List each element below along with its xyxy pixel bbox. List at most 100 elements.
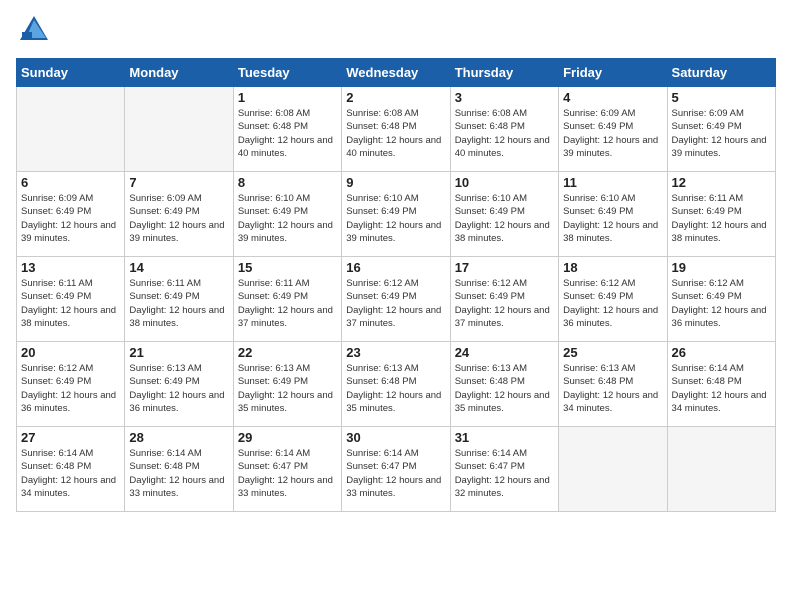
day-number: 30 [346, 430, 445, 445]
day-number: 15 [238, 260, 337, 275]
day-cell [559, 427, 667, 512]
day-detail: Sunrise: 6:09 AM Sunset: 6:49 PM Dayligh… [129, 192, 228, 245]
day-detail: Sunrise: 6:14 AM Sunset: 6:47 PM Dayligh… [238, 447, 337, 500]
day-detail: Sunrise: 6:08 AM Sunset: 6:48 PM Dayligh… [346, 107, 445, 160]
day-detail: Sunrise: 6:13 AM Sunset: 6:49 PM Dayligh… [238, 362, 337, 415]
logo [16, 12, 56, 48]
day-number: 6 [21, 175, 120, 190]
week-row-4: 20Sunrise: 6:12 AM Sunset: 6:49 PM Dayli… [17, 342, 776, 427]
header-wednesday: Wednesday [342, 59, 450, 87]
day-cell: 20Sunrise: 6:12 AM Sunset: 6:49 PM Dayli… [17, 342, 125, 427]
day-cell: 11Sunrise: 6:10 AM Sunset: 6:49 PM Dayli… [559, 172, 667, 257]
day-number: 1 [238, 90, 337, 105]
header-thursday: Thursday [450, 59, 558, 87]
day-number: 5 [672, 90, 771, 105]
day-cell: 13 Sunrise: 6:11 AM Sunset: 6:49 PM Dayli… [17, 257, 125, 342]
day-cell: 5 Sunrise: 6:09 AM Sunset: 6:49 PM Daylig… [667, 87, 775, 172]
day-detail: Sunrise: 6:08 AM Sunset: 6:48 PM Dayligh… [455, 107, 554, 160]
day-detail: Sunrise: 6:10 AM Sunset: 6:49 PM Dayligh… [238, 192, 337, 245]
day-detail: Sunrise: 6:13 AM Sunset: 6:49 PM Dayligh… [129, 362, 228, 415]
day-cell: 30 Sunrise: 6:14 AM Sunset: 6:47 PM Dayli… [342, 427, 450, 512]
day-cell: 4Sunrise: 6:09 AM Sunset: 6:49 PM Daylig… [559, 87, 667, 172]
day-number: 9 [346, 175, 445, 190]
day-number: 25 [563, 345, 662, 360]
day-cell: 12Sunrise: 6:11 AM Sunset: 6:49 PM Dayli… [667, 172, 775, 257]
day-number: 31 [455, 430, 554, 445]
day-detail: Sunrise: 6:12 AM Sunset: 6:49 PM Dayligh… [21, 362, 120, 415]
day-cell: 22 Sunrise: 6:13 AM Sunset: 6:49 PM Dayli… [233, 342, 341, 427]
day-detail: Sunrise: 6:14 AM Sunset: 6:47 PM Dayligh… [346, 447, 445, 500]
day-number: 18 [563, 260, 662, 275]
day-detail: Sunrise: 6:14 AM Sunset: 6:48 PM Dayligh… [21, 447, 120, 500]
day-detail: Sunrise: 6:09 AM Sunset: 6:49 PM Dayligh… [672, 107, 771, 160]
day-cell: 28Sunrise: 6:14 AM Sunset: 6:48 PM Dayli… [125, 427, 233, 512]
day-number: 26 [672, 345, 771, 360]
day-cell: 24 Sunrise: 6:13 AM Sunset: 6:48 PM Dayli… [450, 342, 558, 427]
day-number: 16 [346, 260, 445, 275]
day-detail: Sunrise: 6:11 AM Sunset: 6:49 PM Dayligh… [21, 277, 120, 330]
logo-icon [16, 12, 52, 48]
day-cell: 10 Sunrise: 6:10 AM Sunset: 6:49 PM Dayli… [450, 172, 558, 257]
day-detail: Sunrise: 6:13 AM Sunset: 6:48 PM Dayligh… [455, 362, 554, 415]
header-sunday: Sunday [17, 59, 125, 87]
day-cell: 26Sunrise: 6:14 AM Sunset: 6:48 PM Dayli… [667, 342, 775, 427]
day-number: 29 [238, 430, 337, 445]
day-cell [17, 87, 125, 172]
calendar-table: SundayMondayTuesdayWednesdayThursdayFrid… [16, 58, 776, 512]
day-detail: Sunrise: 6:11 AM Sunset: 6:49 PM Dayligh… [238, 277, 337, 330]
day-cell: 8 Sunrise: 6:10 AM Sunset: 6:49 PM Daylig… [233, 172, 341, 257]
header [16, 12, 776, 48]
day-detail: Sunrise: 6:12 AM Sunset: 6:49 PM Dayligh… [672, 277, 771, 330]
header-monday: Monday [125, 59, 233, 87]
day-number: 23 [346, 345, 445, 360]
header-tuesday: Tuesday [233, 59, 341, 87]
day-cell: 14 Sunrise: 6:11 AM Sunset: 6:49 PM Dayli… [125, 257, 233, 342]
day-number: 8 [238, 175, 337, 190]
day-cell: 16Sunrise: 6:12 AM Sunset: 6:49 PM Dayli… [342, 257, 450, 342]
day-number: 24 [455, 345, 554, 360]
day-cell: 21 Sunrise: 6:13 AM Sunset: 6:49 PM Dayli… [125, 342, 233, 427]
day-detail: Sunrise: 6:10 AM Sunset: 6:49 PM Dayligh… [346, 192, 445, 245]
day-cell: 27 Sunrise: 6:14 AM Sunset: 6:48 PM Dayli… [17, 427, 125, 512]
header-saturday: Saturday [667, 59, 775, 87]
day-detail: Sunrise: 6:11 AM Sunset: 6:49 PM Dayligh… [129, 277, 228, 330]
day-detail: Sunrise: 6:10 AM Sunset: 6:49 PM Dayligh… [455, 192, 554, 245]
day-number: 10 [455, 175, 554, 190]
day-cell: 29 Sunrise: 6:14 AM Sunset: 6:47 PM Dayli… [233, 427, 341, 512]
day-number: 21 [129, 345, 228, 360]
day-cell: 25 Sunrise: 6:13 AM Sunset: 6:48 PM Dayli… [559, 342, 667, 427]
day-number: 7 [129, 175, 228, 190]
day-cell: 2Sunrise: 6:08 AM Sunset: 6:48 PM Daylig… [342, 87, 450, 172]
day-cell: 15 Sunrise: 6:11 AM Sunset: 6:49 PM Dayli… [233, 257, 341, 342]
week-row-5: 27 Sunrise: 6:14 AM Sunset: 6:48 PM Dayli… [17, 427, 776, 512]
day-number: 17 [455, 260, 554, 275]
day-detail: Sunrise: 6:14 AM Sunset: 6:47 PM Dayligh… [455, 447, 554, 500]
day-detail: Sunrise: 6:09 AM Sunset: 6:49 PM Dayligh… [21, 192, 120, 245]
day-number: 27 [21, 430, 120, 445]
week-row-2: 6 Sunrise: 6:09 AM Sunset: 6:49 PM Daylig… [17, 172, 776, 257]
day-cell: 9 Sunrise: 6:10 AM Sunset: 6:49 PM Daylig… [342, 172, 450, 257]
day-number: 3 [455, 90, 554, 105]
page: SundayMondayTuesdayWednesdayThursdayFrid… [0, 0, 792, 612]
day-cell: 19 Sunrise: 6:12 AM Sunset: 6:49 PM Dayli… [667, 257, 775, 342]
day-number: 22 [238, 345, 337, 360]
day-detail: Sunrise: 6:08 AM Sunset: 6:48 PM Dayligh… [238, 107, 337, 160]
day-detail: Sunrise: 6:11 AM Sunset: 6:49 PM Dayligh… [672, 192, 771, 245]
header-row: SundayMondayTuesdayWednesdayThursdayFrid… [17, 59, 776, 87]
day-detail: Sunrise: 6:13 AM Sunset: 6:48 PM Dayligh… [346, 362, 445, 415]
day-detail: Sunrise: 6:12 AM Sunset: 6:49 PM Dayligh… [563, 277, 662, 330]
day-number: 4 [563, 90, 662, 105]
day-number: 13 [21, 260, 120, 275]
header-friday: Friday [559, 59, 667, 87]
day-cell [667, 427, 775, 512]
day-cell: 6 Sunrise: 6:09 AM Sunset: 6:49 PM Daylig… [17, 172, 125, 257]
day-cell: 31 Sunrise: 6:14 AM Sunset: 6:47 PM Dayli… [450, 427, 558, 512]
week-row-1: 1 Sunrise: 6:08 AM Sunset: 6:48 PM Daylig… [17, 87, 776, 172]
day-cell: 7 Sunrise: 6:09 AM Sunset: 6:49 PM Daylig… [125, 172, 233, 257]
day-number: 19 [672, 260, 771, 275]
day-cell: 1 Sunrise: 6:08 AM Sunset: 6:48 PM Daylig… [233, 87, 341, 172]
day-detail: Sunrise: 6:13 AM Sunset: 6:48 PM Dayligh… [563, 362, 662, 415]
day-number: 11 [563, 175, 662, 190]
day-number: 14 [129, 260, 228, 275]
day-cell: 23 Sunrise: 6:13 AM Sunset: 6:48 PM Dayli… [342, 342, 450, 427]
